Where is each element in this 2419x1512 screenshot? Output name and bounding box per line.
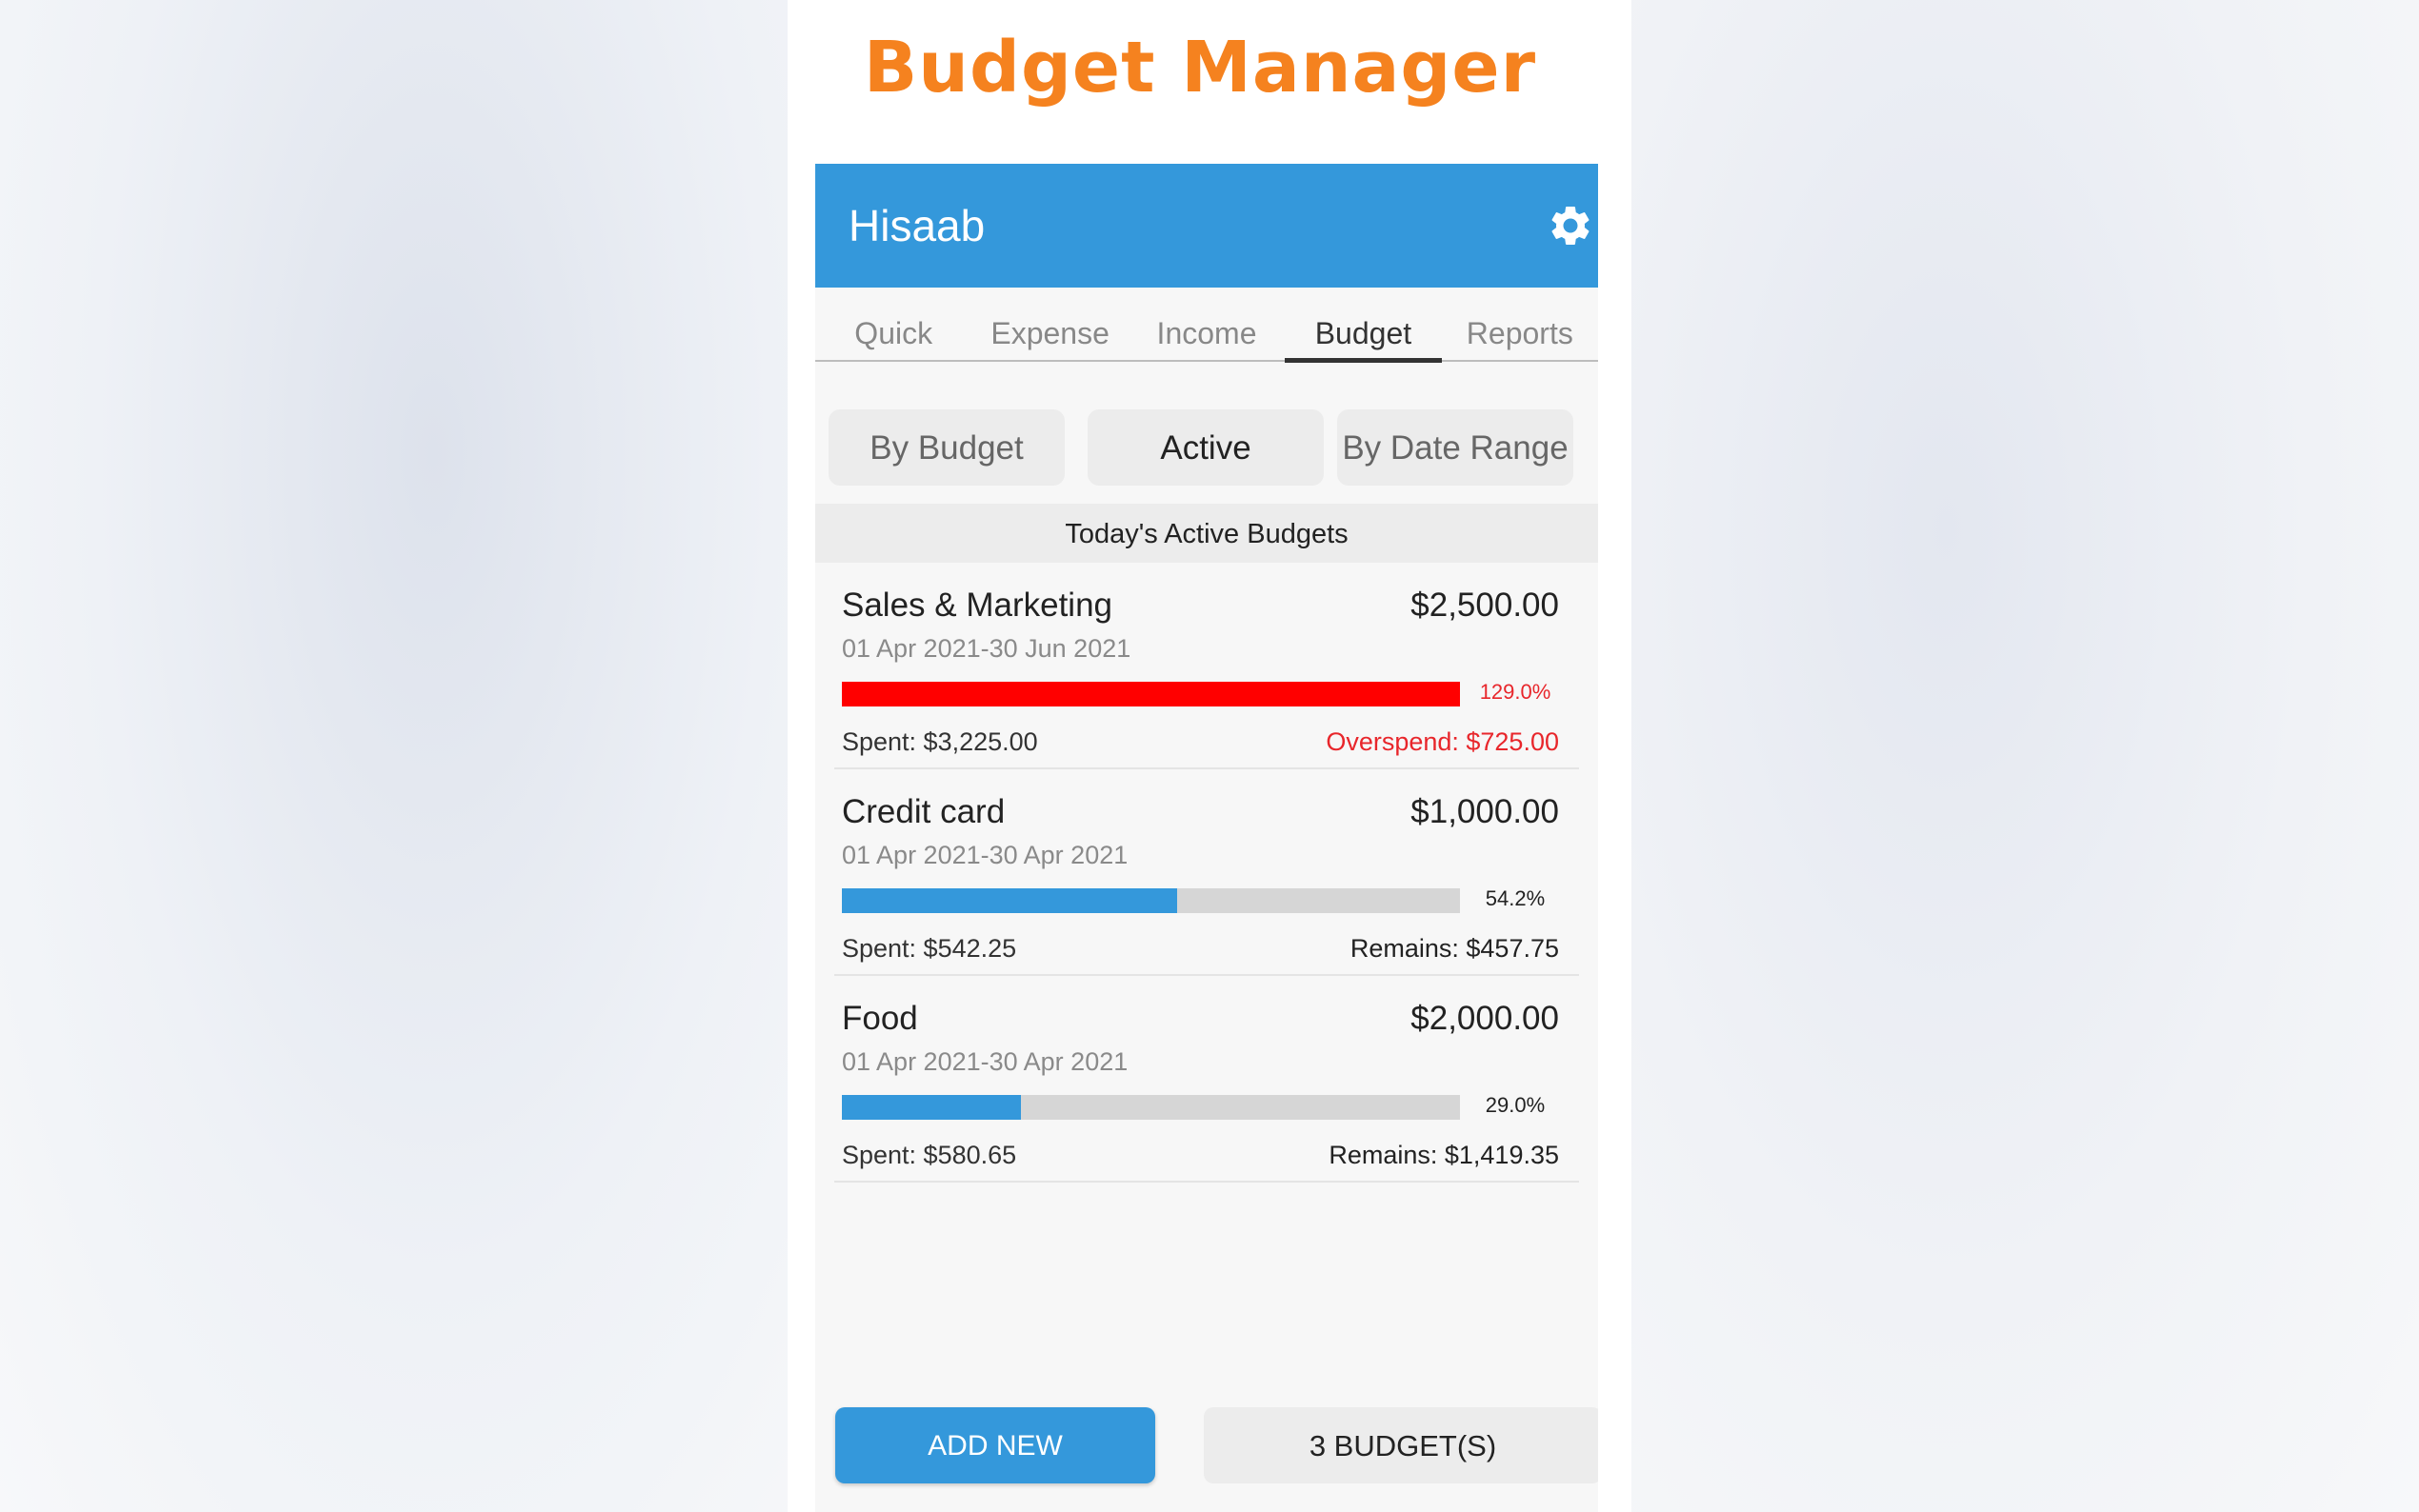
phone-frame: Budget Manager Hisaab Quick Expense Inco… [788, 0, 1631, 1512]
budget-progress-bar [842, 888, 1460, 913]
budget-percent: 54.2% [1485, 886, 1546, 910]
budget-progress-bar [842, 1095, 1460, 1120]
budget-progress-bar [842, 682, 1460, 706]
divider [834, 974, 1579, 976]
budget-remaining: Overspend: $725.00 [1326, 727, 1559, 756]
budget-amount: $2,500.00 [1410, 587, 1559, 624]
budget-filter-segments: By Budget Active By Date Range [815, 409, 1598, 486]
budget-dates: 01 Apr 2021-30 Apr 2021 [842, 841, 1129, 869]
tab-income[interactable]: Income [1129, 288, 1285, 360]
app-screen: Hisaab Quick Expense Income Budget Repor… [815, 164, 1598, 1512]
tab-budget[interactable]: Budget [1285, 288, 1443, 363]
section-header: Today's Active Budgets [815, 504, 1598, 563]
gear-icon[interactable] [1547, 202, 1594, 249]
budget-item[interactable]: Food $2,000.00 01 Apr 2021-30 Apr 2021 2… [815, 977, 1598, 1183]
budget-name: Credit card [842, 793, 1006, 830]
add-new-button[interactable]: ADD NEW [835, 1407, 1155, 1483]
segment-active[interactable]: Active [1088, 409, 1324, 486]
budget-amount: $2,000.00 [1410, 1000, 1559, 1037]
budget-remaining: Remains: $457.75 [1349, 934, 1559, 963]
budget-item[interactable]: Credit card $1,000.00 01 Apr 2021-30 Apr… [815, 770, 1598, 976]
tab-expense[interactable]: Expense [971, 288, 1128, 360]
segment-by-budget[interactable]: By Budget [829, 409, 1065, 486]
budget-percent: 129.0% [1479, 680, 1551, 704]
budget-name: Food [842, 1000, 918, 1037]
segment-by-date-range[interactable]: By Date Range [1337, 409, 1573, 486]
budget-progress-fill [842, 888, 1177, 913]
tab-quick[interactable]: Quick [815, 288, 971, 360]
budget-remaining: Remains: $1,419.35 [1329, 1141, 1559, 1169]
main-tabs: Quick Expense Income Budget Reports [815, 288, 1598, 363]
budget-dates: 01 Apr 2021-30 Jun 2021 [842, 634, 1131, 663]
budget-spent: Spent: $542.25 [842, 934, 1017, 963]
budget-dates: 01 Apr 2021-30 Apr 2021 [842, 1047, 1129, 1076]
budget-count-button[interactable]: 3 BUDGET(S) [1204, 1407, 1598, 1483]
background-right [1631, 0, 2419, 1512]
tab-reports[interactable]: Reports [1442, 288, 1598, 360]
app-banner-title: Budget Manager [863, 27, 1537, 109]
budget-spent: Spent: $580.65 [842, 1141, 1017, 1169]
budget-item[interactable]: Sales & Marketing $2,500.00 01 Apr 2021-… [815, 564, 1598, 769]
budget-amount: $1,000.00 [1410, 793, 1559, 830]
divider [834, 1181, 1579, 1183]
budget-name: Sales & Marketing [842, 587, 1113, 624]
budget-progress-fill [842, 1095, 1022, 1120]
toolbar-title: Hisaab [849, 201, 986, 250]
budget-percent: 29.0% [1485, 1093, 1546, 1117]
background-left [0, 0, 788, 1512]
budget-spent: Spent: $3,225.00 [842, 727, 1038, 756]
budget-progress-fill [842, 682, 1460, 706]
divider [834, 767, 1579, 769]
app-toolbar: Hisaab [815, 164, 1598, 288]
